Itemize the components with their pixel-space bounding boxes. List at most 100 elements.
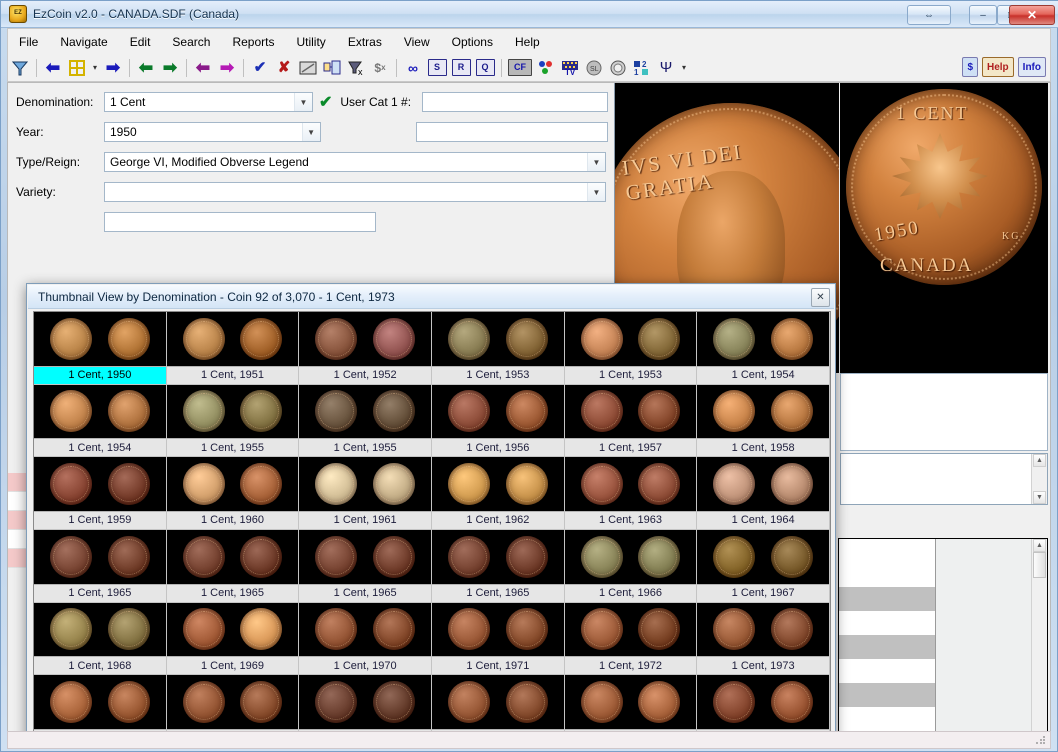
notes-scrollbar[interactable]: ▲ ▼: [1031, 454, 1047, 504]
table-row[interactable]: [839, 587, 935, 611]
extra-field-input[interactable]: [104, 212, 376, 232]
dialog-close-button[interactable]: ✕: [811, 288, 830, 307]
thumbnail-cell[interactable]: 1 Cent, 1963: [564, 457, 698, 530]
thumbnail-cell[interactable]: 1 Cent, 1965: [166, 529, 300, 603]
delete-cart-icon[interactable]: x: [345, 57, 367, 79]
clear-value-icon[interactable]: $ x: [369, 57, 391, 79]
table-row[interactable]: [839, 611, 935, 635]
next-group-icon[interactable]: ➡: [216, 57, 238, 79]
denomination-combo[interactable]: 1 Cent ▼: [104, 92, 313, 112]
chevron-down-icon[interactable]: ▼: [587, 183, 605, 201]
thumbnail-cell[interactable]: 1 Cent, 1954: [697, 312, 830, 385]
thumbnail-cell[interactable]: 1 Cent, 1952: [299, 312, 432, 385]
table-row[interactable]: [839, 635, 935, 659]
filter-funnel-icon[interactable]: [9, 57, 31, 79]
type-reign-combo[interactable]: George VI, Modified Obverse Legend ▼: [104, 152, 606, 172]
thumbnail-cell[interactable]: 1 Cent, 1969: [166, 602, 300, 676]
thumbnail-cell[interactable]: 1 Cent, 1961: [299, 457, 432, 530]
thumbnail-cell[interactable]: 1 Cent, 1953: [432, 312, 565, 385]
help-button[interactable]: Help: [982, 57, 1014, 77]
tv-icon[interactable]: TV: [559, 57, 581, 79]
chevron-down-icon[interactable]: ▼: [587, 153, 605, 171]
thumbnail-cell[interactable]: 1 Cent, 1966: [564, 529, 698, 603]
chevron-down-icon[interactable]: ▼: [301, 123, 320, 141]
menu-search[interactable]: Search: [161, 32, 221, 52]
menu-view[interactable]: View: [393, 32, 441, 52]
notes-panel[interactable]: ▲ ▼: [840, 453, 1048, 505]
eraser-icon[interactable]: [297, 57, 319, 79]
scrollbar-thumb[interactable]: [1033, 552, 1046, 578]
currency-icon[interactable]: $: [962, 57, 978, 77]
menu-help[interactable]: Help: [504, 32, 551, 52]
nav-first-icon[interactable]: ⬅: [42, 57, 64, 79]
info-button[interactable]: Info: [1017, 57, 1046, 77]
scroll-up-icon[interactable]: ▲: [1033, 454, 1046, 467]
thumbnail-cell[interactable]: 1 Cent, 1955: [166, 384, 300, 458]
table-row[interactable]: [839, 707, 935, 731]
thumbnail-cell[interactable]: 1 Cent, 1951: [166, 312, 300, 385]
thumbnail-cell[interactable]: 1 Cent, 1962: [432, 457, 565, 530]
prev-record-icon[interactable]: ⬅: [135, 57, 157, 79]
thumbnail-cell[interactable]: 1 Cent, 1968: [34, 602, 167, 676]
dialog-title-bar[interactable]: Thumbnail View by Denomination - Coin 92…: [28, 285, 834, 309]
thumbnail-cell[interactable]: 1 Cent, 1972: [564, 602, 698, 676]
thumbnail-cell[interactable]: 1 Cent, 1957: [564, 384, 698, 458]
link-icon[interactable]: ∞: [402, 57, 424, 79]
thumbnail-cell[interactable]: 1 Cent, 1965: [299, 529, 432, 603]
table-row[interactable]: [839, 683, 935, 707]
menu-options[interactable]: Options: [441, 32, 504, 52]
table-row[interactable]: [839, 563, 935, 587]
resize-grip[interactable]: [1035, 734, 1047, 746]
user-cat-1-input[interactable]: [422, 92, 608, 112]
thumbnail-cell[interactable]: 1 Cent, 1955: [299, 384, 432, 458]
sort-s-icon[interactable]: S: [426, 57, 448, 79]
copy-record-icon[interactable]: [321, 57, 343, 79]
cancel-x-icon[interactable]: ✘: [273, 57, 295, 79]
close-button[interactable]: ✕: [1009, 5, 1055, 25]
thumbnail-cell[interactable]: 1 Cent, 1973: [697, 602, 830, 676]
grid-dropdown-icon[interactable]: ▾: [90, 57, 100, 79]
report-r-icon[interactable]: R: [450, 57, 472, 79]
query-q-icon[interactable]: Q: [474, 57, 496, 79]
user-cat-1-secondary-input[interactable]: [415, 122, 608, 142]
minimize-button[interactable]: –: [969, 5, 997, 25]
thumbnail-cell[interactable]: 1 Cent, 1960: [166, 457, 300, 530]
nav-last-icon[interactable]: ➡: [102, 57, 124, 79]
prev-group-icon[interactable]: ⬅: [192, 57, 214, 79]
thumbnail-cell[interactable]: 1 Cent, 1965: [34, 529, 167, 603]
price-grid-panel[interactable]: ▲ ▼: [838, 538, 1048, 745]
grid-view-icon[interactable]: [66, 57, 88, 79]
thumbnail-cell[interactable]: 1 Cent, 1953: [564, 312, 698, 385]
thumbnail-cell[interactable]: 1 Cent, 1967: [697, 529, 830, 603]
menu-extras[interactable]: Extras: [337, 32, 393, 52]
menu-utility[interactable]: Utility: [285, 32, 336, 52]
menu-navigate[interactable]: Navigate: [49, 32, 118, 52]
thumbnail-cell[interactable]: 1 Cent, 1959: [34, 457, 167, 530]
varieties-icon[interactable]: [535, 57, 557, 79]
next-record-icon[interactable]: ➡: [159, 57, 181, 79]
thumbnail-cell[interactable]: 1 Cent, 1954: [34, 384, 167, 458]
menu-reports[interactable]: Reports: [221, 32, 285, 52]
year-combo[interactable]: 1950 ▼: [104, 122, 321, 142]
thumbnail-cell[interactable]: 1 Cent, 1971: [432, 602, 565, 676]
chevron-down-icon[interactable]: ▼: [293, 93, 312, 111]
menu-edit[interactable]: Edit: [119, 32, 162, 52]
scroll-down-icon[interactable]: ▼: [1033, 491, 1046, 504]
accept-check-icon[interactable]: ✔: [249, 57, 271, 79]
sort-numeric-icon[interactable]: 21: [631, 57, 653, 79]
table-row[interactable]: [839, 539, 935, 563]
thumbnail-cell[interactable]: 1 Cent, 1964: [697, 457, 830, 530]
restore-size-button[interactable]: ⇔: [907, 5, 951, 25]
variety-combo[interactable]: ▼: [104, 182, 606, 202]
cf-icon[interactable]: CF: [507, 57, 533, 79]
thumbnail-cell[interactable]: 1 Cent, 1965: [432, 529, 565, 603]
thumbnail-cell[interactable]: 1 Cent, 1970: [299, 602, 432, 676]
roll-icon[interactable]: [607, 57, 629, 79]
slab-icon[interactable]: SL: [583, 57, 605, 79]
grid-scrollbar[interactable]: ▲ ▼: [1031, 539, 1047, 745]
scroll-up-icon[interactable]: ▲: [1033, 539, 1046, 552]
thumbnail-cell[interactable]: 1 Cent, 1958: [697, 384, 830, 458]
thumbnail-cell[interactable]: 1 Cent, 1956: [432, 384, 565, 458]
table-row[interactable]: [839, 659, 935, 683]
thumbnail-cell[interactable]: 1 Cent, 1950: [34, 312, 167, 385]
